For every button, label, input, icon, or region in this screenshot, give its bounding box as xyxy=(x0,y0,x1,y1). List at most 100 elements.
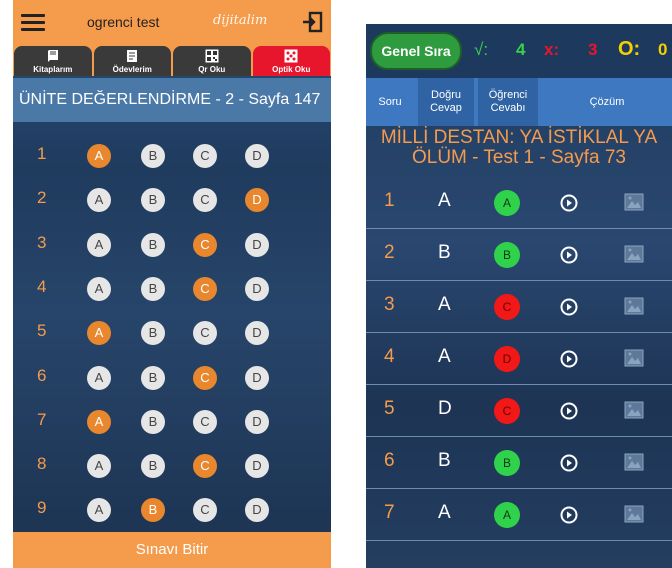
wrong-icon: x: xyxy=(544,40,560,59)
option-c-bubble[interactable]: C xyxy=(193,365,217,390)
image-icon[interactable] xyxy=(624,401,644,419)
general-rank-button[interactable]: Genel Sıra xyxy=(370,32,462,70)
option-b-bubble[interactable]: B xyxy=(141,144,165,168)
tab-label: Kitaplarım xyxy=(33,65,73,74)
option-a-bubble[interactable]: A xyxy=(87,232,111,257)
question-row: 9 A B C D xyxy=(13,488,331,538)
image-icon[interactable] xyxy=(624,245,644,263)
play-solution-icon[interactable] xyxy=(560,194,578,212)
student-answer-badge: B xyxy=(494,242,520,268)
option-a-bubble[interactable]: A xyxy=(87,498,111,523)
qr-icon xyxy=(205,49,219,63)
image-icon[interactable] xyxy=(624,193,644,211)
play-solution-icon[interactable] xyxy=(560,350,578,368)
question-row: 4 A B C D xyxy=(13,267,331,317)
option-d-bubble[interactable]: D xyxy=(245,365,269,390)
option-d-bubble[interactable]: D xyxy=(245,409,269,434)
answer-question-number: 7 xyxy=(384,502,395,523)
tab-ödevlerim[interactable]: Ödevlerim xyxy=(93,46,171,76)
answer-question-number: 1 xyxy=(384,190,395,211)
option-d-bubble[interactable]: D xyxy=(245,144,269,168)
play-solution-icon[interactable] xyxy=(560,454,578,472)
column-student-answer: Öğrenci Cevabı xyxy=(478,78,538,126)
option-b-bubble[interactable]: B xyxy=(141,188,165,213)
option-a-bubble[interactable]: A xyxy=(87,409,111,434)
play-solution-icon[interactable] xyxy=(560,402,578,420)
option-c-bubble[interactable]: C xyxy=(193,188,217,213)
correct-answer: B xyxy=(438,450,451,471)
option-b-bubble[interactable]: B xyxy=(141,276,165,301)
option-d-bubble[interactable]: D xyxy=(245,454,269,479)
menu-icon[interactable] xyxy=(21,14,45,32)
question-row: 7 A B C D xyxy=(13,400,331,450)
option-b-bubble[interactable]: B xyxy=(141,498,165,523)
option-b-bubble[interactable]: B xyxy=(141,365,165,390)
option-b-bubble[interactable]: B xyxy=(141,409,165,434)
option-b-bubble[interactable]: B xyxy=(141,321,165,346)
student-answer-badge: B xyxy=(494,450,520,476)
image-icon[interactable] xyxy=(624,453,644,471)
play-solution-icon[interactable] xyxy=(560,506,578,524)
answer-question-number: 5 xyxy=(384,398,395,419)
question-number: 6 xyxy=(37,365,47,385)
tab-bar: Kitaplarım Ödevlerim Qr Oku Optik Oku xyxy=(13,46,331,76)
image-icon[interactable] xyxy=(624,349,644,367)
option-d-bubble[interactable]: D xyxy=(245,188,269,213)
question-number: 2 xyxy=(37,188,47,208)
answer-row: 6 B B xyxy=(366,437,672,489)
image-icon[interactable] xyxy=(624,297,644,315)
answer-question-number: 6 xyxy=(384,450,395,471)
answer-question-number: 4 xyxy=(384,346,395,367)
tab-label: Qr Oku xyxy=(198,65,226,74)
tab-label: Ödevlerim xyxy=(112,65,152,74)
answer-question-number: 2 xyxy=(384,242,395,263)
tab-kitaplarım[interactable]: Kitaplarım xyxy=(14,46,92,76)
column-correct-answer: Doğru Cevap xyxy=(418,78,474,126)
question-number: 4 xyxy=(37,276,47,296)
option-a-bubble[interactable]: A xyxy=(87,321,111,346)
option-a-bubble[interactable]: A xyxy=(87,276,111,301)
option-a-bubble[interactable]: A xyxy=(87,454,111,479)
option-c-bubble[interactable]: C xyxy=(193,454,217,479)
correct-answer: B xyxy=(438,242,451,263)
option-d-bubble[interactable]: D xyxy=(245,232,269,257)
results-header: Genel Sıra √: 4 x: 3 O: 0 xyxy=(366,24,672,78)
question-row: 8 A B C D xyxy=(13,444,331,494)
homework-icon xyxy=(127,50,138,62)
wrong-count: 3 xyxy=(588,40,598,59)
option-c-bubble[interactable]: C xyxy=(193,276,217,301)
option-c-bubble[interactable]: C xyxy=(193,232,217,257)
finish-exam-button[interactable]: Sınavı Bitir xyxy=(13,532,331,568)
question-number: 5 xyxy=(37,321,47,341)
option-c-bubble[interactable]: C xyxy=(193,498,217,523)
option-a-bubble[interactable]: A xyxy=(87,365,111,390)
student-answer-badge: C xyxy=(494,398,520,424)
option-c-bubble[interactable]: C xyxy=(193,144,217,168)
option-c-bubble[interactable]: C xyxy=(193,321,217,346)
tab-label: Optik Oku xyxy=(272,65,311,74)
option-d-bubble[interactable]: D xyxy=(245,498,269,523)
option-b-bubble[interactable]: B xyxy=(141,232,165,257)
correct-icon: √: xyxy=(474,40,489,59)
answer-row: 3 A C xyxy=(366,281,672,333)
option-a-bubble[interactable]: A xyxy=(87,144,111,168)
question-number: 1 xyxy=(37,144,47,163)
option-b-bubble[interactable]: B xyxy=(141,454,165,479)
user-title: ogrenci test xyxy=(87,14,160,30)
option-d-bubble[interactable]: D xyxy=(245,321,269,346)
image-icon[interactable] xyxy=(624,505,644,523)
tab-qr-oku[interactable]: Qr Oku xyxy=(173,46,251,76)
tab-optik-oku[interactable]: Optik Oku xyxy=(252,46,330,76)
answer-row: 4 A D xyxy=(366,333,672,385)
play-solution-icon[interactable] xyxy=(560,298,578,316)
student-answer-badge: A xyxy=(494,190,520,216)
question-row: 3 A B C D xyxy=(13,223,331,273)
play-solution-icon[interactable] xyxy=(560,246,578,264)
answers-table-header: Soru Doğru Cevap Öğrenci Cevabı Çözüm xyxy=(366,78,672,126)
student-answer-badge: A xyxy=(494,502,520,528)
blank-count: 0 xyxy=(658,40,668,59)
option-c-bubble[interactable]: C xyxy=(193,409,217,434)
option-d-bubble[interactable]: D xyxy=(245,276,269,301)
option-a-bubble[interactable]: A xyxy=(87,188,111,213)
logout-icon[interactable] xyxy=(301,11,323,33)
